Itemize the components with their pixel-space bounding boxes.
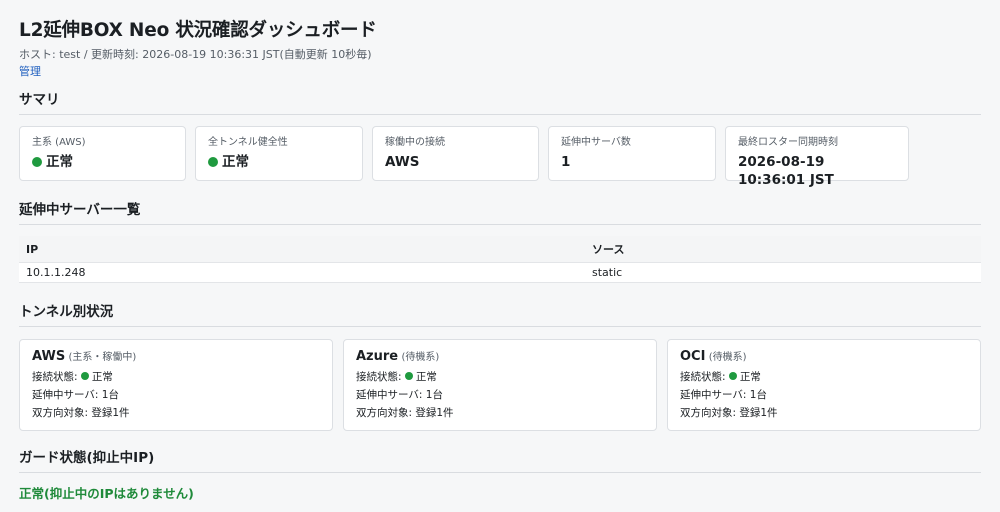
guard-status: 正常(抑止中のIPはありません) — [19, 486, 194, 501]
tunnels-section: トンネル別状況 AWS (主系・稼働中) 接続状態: 正常 延伸中サーバ: 1台… — [19, 303, 981, 431]
tunnel-header: AWS (主系・稼働中) — [32, 349, 320, 366]
servers-heading: 延伸中サーバー一覧 — [19, 201, 981, 225]
summary-card-server-count: 延伸中サーバ数 1 — [548, 126, 716, 181]
tunnel-role: (待機系) — [708, 352, 747, 363]
tunnel-targets: 双方向対象: 登録1件 — [680, 407, 778, 419]
card-value: 正常 — [208, 153, 350, 171]
tunnels-heading: トンネル別状況 — [19, 303, 981, 327]
card-label: 全トンネル健全性 — [208, 137, 288, 148]
tunnel-connection-status: 接続状態: 正常 — [32, 368, 320, 386]
admin-link[interactable]: 管理 — [19, 65, 41, 79]
guard-heading: ガード状態(抑止中IP) — [19, 449, 981, 473]
card-label: 延伸中サーバ数 — [561, 137, 631, 148]
tunnel-header: OCI (待機系) — [680, 349, 968, 366]
card-value: 2026-08-19 10:36:01 JST — [738, 154, 834, 188]
conn-label: 接続状態: — [356, 371, 402, 383]
conn-label: 接続状態: — [32, 371, 78, 383]
summary-card-tunnel-health: 全トンネル健全性 正常 — [195, 126, 363, 181]
card-label: 主系 (AWS) — [32, 137, 86, 148]
tunnel-cards: AWS (主系・稼働中) 接続状態: 正常 延伸中サーバ: 1台 双方向対象: … — [19, 339, 981, 431]
tunnel-targets: 双方向対象: 登録1件 — [356, 407, 454, 419]
conn-value: 正常 — [415, 371, 437, 383]
tunnel-name: Azure — [356, 349, 399, 364]
servers-section: 延伸中サーバー一覧 IP ソース 10.1.1.248 static — [19, 201, 981, 283]
status-ok-dot-icon — [208, 157, 218, 167]
summary-section: サマリ 主系 (AWS) 正常 全トンネル健全性 正常 稼働中の接続 AWS 延… — [19, 91, 981, 188]
tunnel-connection-status: 接続状態: 正常 — [356, 368, 644, 386]
tunnel-server-count: 延伸中サーバ: 1台 — [680, 389, 767, 401]
column-header-ip: IP — [19, 236, 585, 263]
table-row: 10.1.1.248 static — [19, 262, 981, 283]
status-ok-dot-icon — [728, 372, 737, 380]
tunnel-connection-status: 接続状態: 正常 — [680, 368, 968, 386]
conn-value: 正常 — [91, 371, 113, 383]
tunnel-card-azure: Azure (待機系) 接続状態: 正常 延伸中サーバ: 1台 双方向対象: 登… — [343, 339, 657, 431]
tunnel-role: (待機系) — [401, 352, 440, 363]
host-update-info: ホスト: test / 更新時刻: 2026-08-19 10:36:31 JS… — [19, 48, 372, 61]
tunnel-name: OCI — [680, 349, 706, 364]
summary-heading: サマリ — [19, 91, 981, 115]
card-label: 稼働中の接続 — [385, 137, 445, 148]
conn-value: 正常 — [739, 371, 761, 383]
card-label: 最終ロスター同期時刻 — [738, 137, 838, 148]
guard-section: ガード状態(抑止中IP) 正常(抑止中のIPはありません) — [19, 449, 981, 502]
conn-label: 接続状態: — [680, 371, 726, 383]
tunnel-card-oci: OCI (待機系) 接続状態: 正常 延伸中サーバ: 1台 双方向対象: 登録1… — [667, 339, 981, 431]
cell-source: static — [585, 262, 981, 283]
status-ok-dot-icon — [32, 157, 42, 167]
summary-card-active-connection: 稼働中の接続 AWS — [372, 126, 539, 181]
status-ok-dot-icon — [80, 372, 89, 380]
summary-card-last-sync: 最終ロスター同期時刻 2026-08-19 10:36:01 JST — [725, 126, 909, 188]
table-header-row: IP ソース — [19, 236, 981, 263]
summary-card-primary: 主系 (AWS) 正常 — [19, 126, 186, 181]
page-title: L2延伸BOX Neo 状況確認ダッシュボード — [19, 20, 377, 41]
card-value: 正常 — [32, 153, 173, 171]
card-value-text: 正常 — [222, 154, 249, 170]
tunnel-targets: 双方向対象: 登録1件 — [32, 407, 130, 419]
card-value: AWS — [385, 154, 420, 170]
summary-cards: 主系 (AWS) 正常 全トンネル健全性 正常 稼働中の接続 AWS 延伸中サー… — [19, 126, 981, 188]
servers-table: IP ソース 10.1.1.248 static — [19, 236, 981, 283]
card-value-text: 正常 — [46, 154, 73, 170]
tunnel-server-count: 延伸中サーバ: 1台 — [32, 389, 119, 401]
status-ok-dot-icon — [404, 372, 413, 380]
tunnel-name: AWS — [32, 349, 66, 364]
card-value: 1 — [561, 154, 571, 170]
cell-ip: 10.1.1.248 — [19, 262, 585, 283]
column-header-source: ソース — [585, 236, 981, 263]
tunnel-role: (主系・稼働中) — [68, 352, 137, 363]
tunnel-header: Azure (待機系) — [356, 349, 644, 366]
tunnel-server-count: 延伸中サーバ: 1台 — [356, 389, 443, 401]
tunnel-card-aws: AWS (主系・稼働中) 接続状態: 正常 延伸中サーバ: 1台 双方向対象: … — [19, 339, 333, 431]
